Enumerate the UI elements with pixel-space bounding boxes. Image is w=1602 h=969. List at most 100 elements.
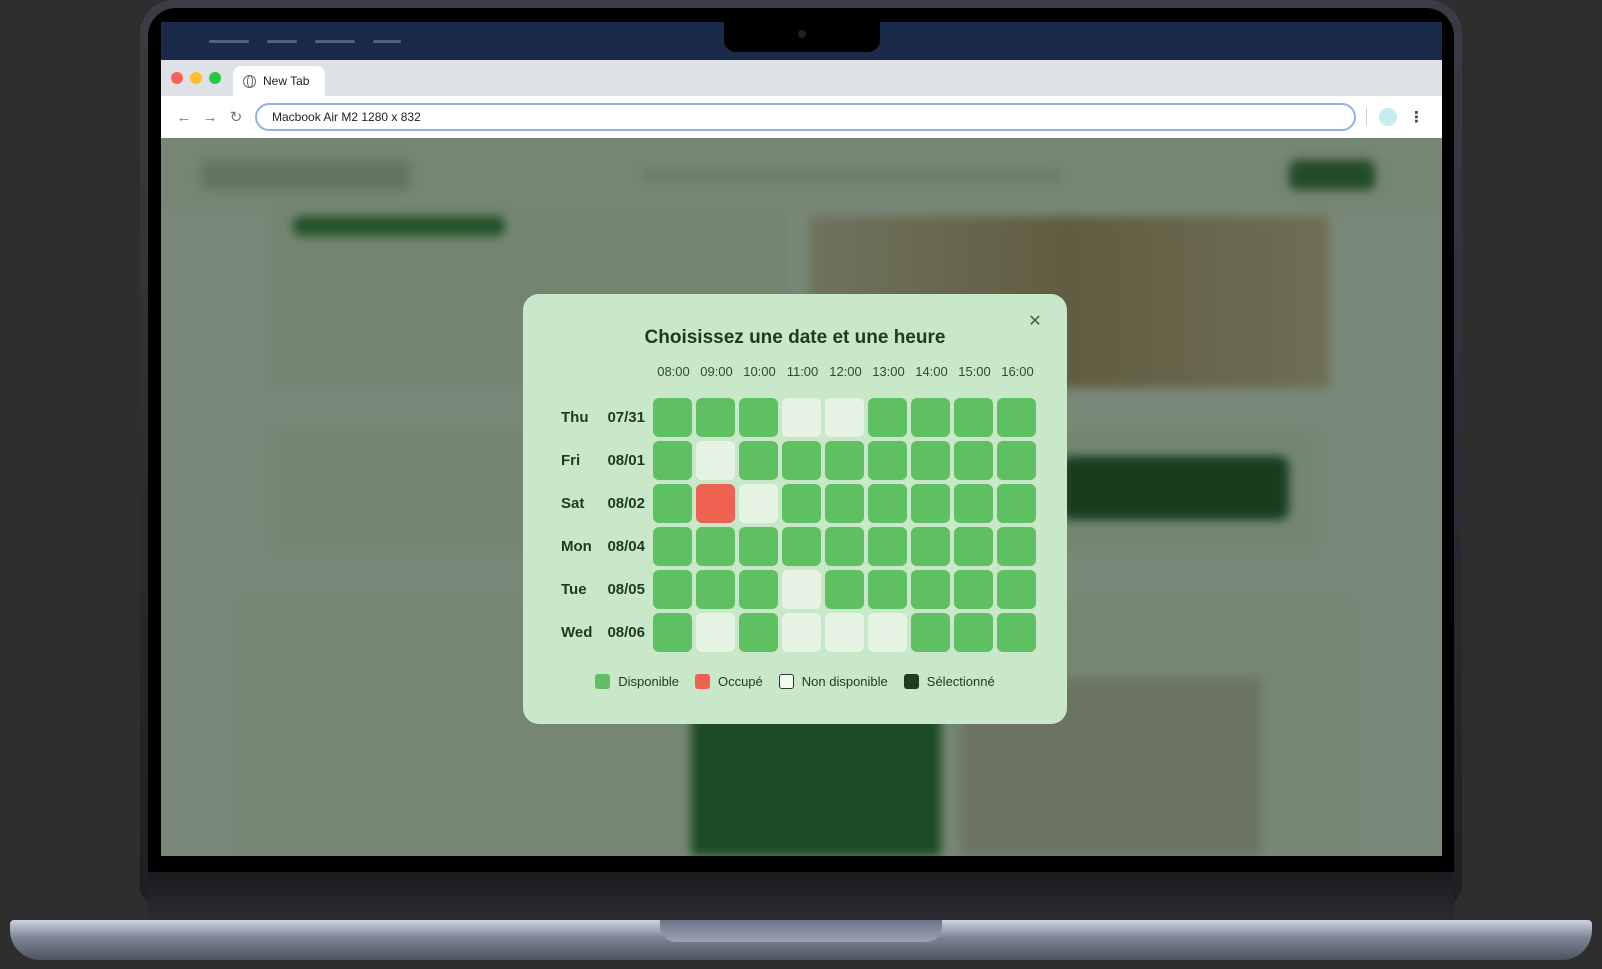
time-slot-available[interactable]: [954, 527, 993, 566]
time-slot-available[interactable]: [997, 570, 1036, 609]
time-slot-available[interactable]: [997, 484, 1036, 523]
address-bar[interactable]: Macbook Air M2 1280 x 832: [255, 103, 1356, 131]
time-slot-available[interactable]: [954, 441, 993, 480]
time-slot-unavailable: [825, 398, 864, 437]
day-date: 08/04: [607, 538, 645, 555]
day-row: Sat 08/02: [561, 482, 1036, 525]
slot-cells: [653, 570, 1036, 609]
menubar-item-placeholder[interactable]: [209, 39, 249, 43]
time-slot-available[interactable]: [954, 484, 993, 523]
time-slot-available[interactable]: [653, 613, 692, 652]
minimize-window-button[interactable]: [190, 72, 202, 84]
time-slot-available[interactable]: [825, 441, 864, 480]
browser-menu-icon[interactable]: ⋮: [1409, 108, 1424, 126]
legend-swatch: [595, 674, 611, 689]
time-slot-available[interactable]: [997, 613, 1036, 652]
time-slot-available[interactable]: [696, 398, 735, 437]
time-slot-busy: [696, 484, 735, 523]
day-name: Fri: [561, 452, 581, 469]
hour-header: 11:00: [786, 364, 819, 379]
day-date: 08/02: [607, 495, 645, 512]
time-slot-available[interactable]: [825, 484, 864, 523]
laptop-hinge-notch: [660, 920, 942, 942]
time-slot-available[interactable]: [696, 527, 735, 566]
back-icon[interactable]: ←: [171, 109, 197, 126]
hour-header: 09:00: [700, 364, 733, 379]
time-slot-available[interactable]: [997, 441, 1036, 480]
address-bar-value: Macbook Air M2 1280 x 832: [272, 110, 421, 124]
day-label: Mon 08/04: [561, 538, 653, 555]
hour-header: 13:00: [872, 364, 905, 379]
time-slot-available[interactable]: [954, 398, 993, 437]
close-window-button[interactable]: [171, 72, 183, 84]
time-slot-available[interactable]: [653, 441, 692, 480]
camera-notch: [724, 22, 880, 52]
slot-cells: [653, 441, 1036, 480]
hour-header: 16:00: [1001, 364, 1034, 379]
toolbar-divider: [1366, 108, 1367, 126]
menubar-item-placeholder[interactable]: [315, 39, 355, 43]
window-controls: [171, 72, 221, 96]
time-slot-unavailable: [696, 613, 735, 652]
browser-toolbar: ← → ↻ Macbook Air M2 1280 x 832 ⋮: [161, 96, 1442, 138]
time-slot-available[interactable]: [696, 570, 735, 609]
slot-cells: [653, 484, 1036, 523]
time-slot-available[interactable]: [911, 398, 950, 437]
legend-item-available: Disponible: [595, 674, 679, 689]
menubar-item-placeholder[interactable]: [373, 39, 401, 43]
time-slot-unavailable: [868, 613, 907, 652]
time-slot-unavailable: [782, 398, 821, 437]
time-slot-available[interactable]: [782, 484, 821, 523]
tab-title: New Tab: [263, 74, 310, 88]
time-slot-available[interactable]: [997, 398, 1036, 437]
time-slot-available[interactable]: [911, 570, 950, 609]
profile-avatar[interactable]: [1379, 108, 1397, 126]
hour-header-row: 08:00 09:00 10:00 11:00 12:00 13:00 14:00 15:00…: [652, 364, 1039, 379]
time-slot-available[interactable]: [739, 441, 778, 480]
time-slot-available[interactable]: [739, 527, 778, 566]
time-slot-available[interactable]: [825, 527, 864, 566]
time-slot-available[interactable]: [954, 613, 993, 652]
time-slot-available[interactable]: [954, 570, 993, 609]
day-row: Thu 07/31: [561, 396, 1036, 439]
slot-cells: [653, 398, 1036, 437]
slot-grid: Thu 07/31 Fri 08/01 Sat 08/02 Mon 08/04 Tue 08/05…: [561, 396, 1036, 654]
time-slot-available[interactable]: [911, 484, 950, 523]
day-label: Fri 08/01: [561, 452, 653, 469]
modal-title: Choisissez une date et une heure: [644, 327, 946, 348]
time-slot-available[interactable]: [653, 398, 692, 437]
time-slot-available[interactable]: [911, 441, 950, 480]
day-label: Tue 08/05: [561, 581, 653, 598]
maximize-window-button[interactable]: [209, 72, 221, 84]
hour-header: 08:00: [657, 364, 690, 379]
hour-header: 15:00: [958, 364, 991, 379]
hour-header: 12:00: [829, 364, 862, 379]
time-slot-available[interactable]: [868, 570, 907, 609]
time-slot-available[interactable]: [739, 398, 778, 437]
time-slot-available[interactable]: [782, 441, 821, 480]
legend-label: Occupé: [717, 674, 763, 689]
time-slot-available[interactable]: [739, 613, 778, 652]
browser-tab[interactable]: New Tab: [233, 66, 325, 96]
time-slot-available[interactable]: [997, 527, 1036, 566]
time-slot-available[interactable]: [653, 484, 692, 523]
time-slot-available[interactable]: [868, 398, 907, 437]
legend-swatch: [778, 674, 794, 689]
time-slot-available[interactable]: [911, 613, 950, 652]
time-slot-available[interactable]: [868, 441, 907, 480]
time-slot-available[interactable]: [911, 527, 950, 566]
reload-icon[interactable]: ↻: [223, 108, 249, 126]
time-slot-available[interactable]: [782, 527, 821, 566]
forward-icon[interactable]: →: [197, 109, 223, 126]
time-slot-available[interactable]: [868, 484, 907, 523]
hour-header: 10:00: [743, 364, 776, 379]
mac-menubar: [161, 22, 1442, 60]
time-slot-available[interactable]: [868, 527, 907, 566]
time-slot-available[interactable]: [739, 570, 778, 609]
time-slot-available[interactable]: [653, 570, 692, 609]
day-row: Mon 08/04: [561, 525, 1036, 568]
menubar-item-placeholder[interactable]: [267, 39, 297, 43]
time-slot-available[interactable]: [653, 527, 692, 566]
time-slot-available[interactable]: [825, 570, 864, 609]
camera-icon: [798, 30, 806, 38]
